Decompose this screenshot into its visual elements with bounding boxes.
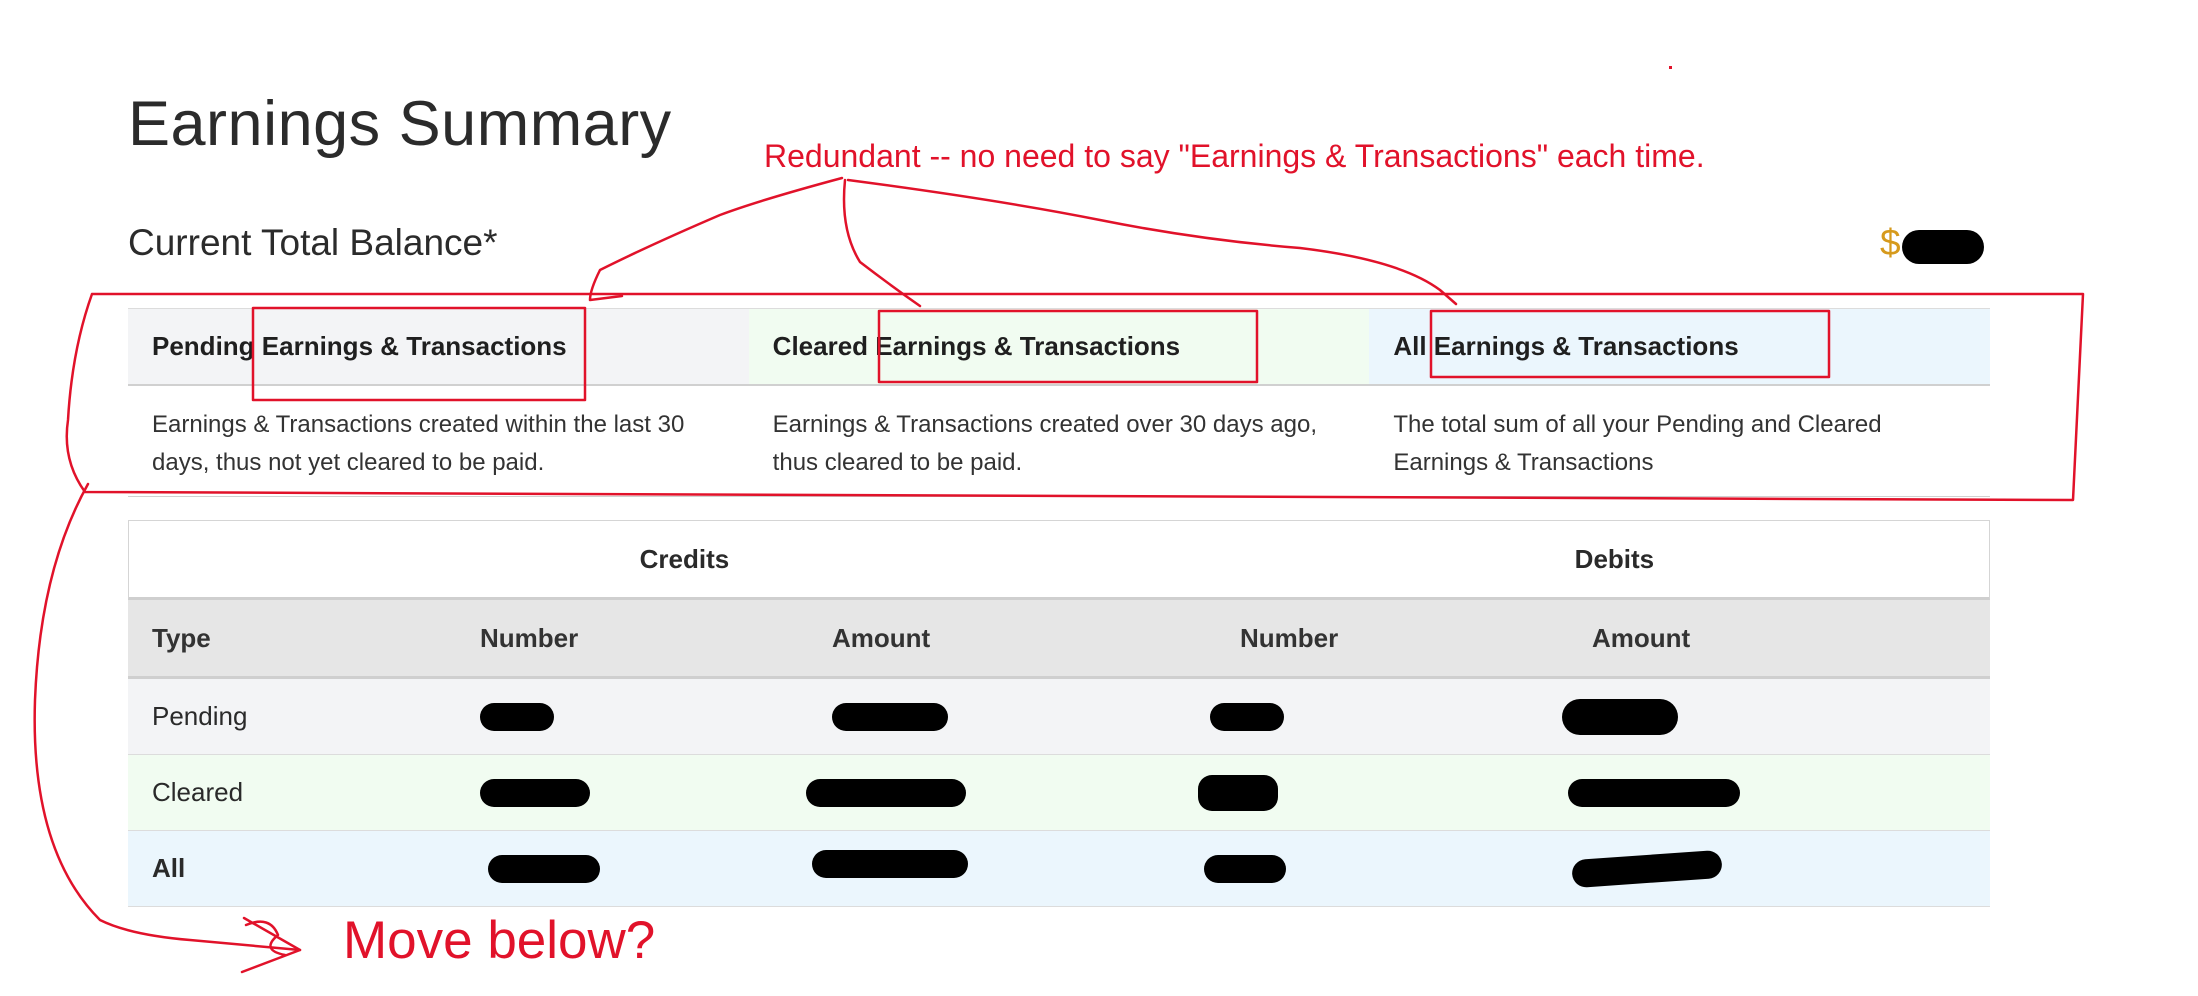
connector-all [846,178,1458,306]
balance-redaction [1902,230,1984,264]
row-type-label: Pending [152,701,248,731]
redacted-value [1568,778,1740,807]
credits-number-header: Number [480,622,579,653]
all-description: The total sum of all your Pending and Cl… [1393,411,1882,476]
current-total-balance-label: Current Total Balance* [128,222,498,263]
cleared-header: Cleared Earnings & Transactions [748,309,1370,384]
pending-description: Earnings & Transactions created within t… [152,411,685,476]
redacted-value [1571,849,1723,888]
type-column-header: Type [152,622,211,653]
row-type-label: Cleared [152,777,244,807]
table-row: Cleared [128,755,1990,831]
all-header: All Earnings & Transactions [1369,309,1991,384]
redacted-value [1562,698,1678,735]
footnote-cut-off [128,940,1728,954]
debits-number-header: Number [1240,622,1339,653]
definitions-table: Pending Earnings & Transactions Cleared … [128,308,1991,497]
table-row: Pending [128,679,1990,755]
redacted-value [1204,854,1286,883]
redacted-value [806,778,966,807]
redacted-value [832,702,948,731]
credits-group-header: Credits [639,543,730,574]
redacted-value [812,849,968,878]
connector-pending [588,176,844,302]
redacted-value [488,854,600,883]
page-title: Earnings Summary [128,89,672,159]
current-total-balance-amount: $ [1880,222,1901,263]
redacted-value [1210,702,1284,731]
cleared-description: Earnings & Transactions created over 30 … [772,411,1317,476]
annotation-dot [1669,66,1672,69]
column-header-row: Type Number Amount Number Amount [128,600,1990,679]
definitions-header-row: Pending Earnings & Transactions Cleared … [128,309,1991,386]
credits-amount-header: Amount [832,622,931,653]
redacted-value [480,778,590,807]
redacted-value [480,702,554,731]
group-header-row: Credits Debits [128,520,1990,600]
credits-debits-table: Credits Debits Type Number Amount Number… [128,520,1990,907]
redacted-value [1198,774,1278,811]
definitions-body-row: Earnings & Transactions created within t… [128,386,1990,497]
connector-cleared [842,178,922,308]
pending-header: Pending Earnings & Transactions [128,309,749,384]
table-row: All [128,831,1990,907]
redundant-annotation: Redundant -- no need to say "Earnings & … [764,138,1705,174]
debits-amount-header: Amount [1592,622,1691,653]
debits-group-header: Debits [1574,543,1655,574]
row-type-label: All [152,853,186,883]
